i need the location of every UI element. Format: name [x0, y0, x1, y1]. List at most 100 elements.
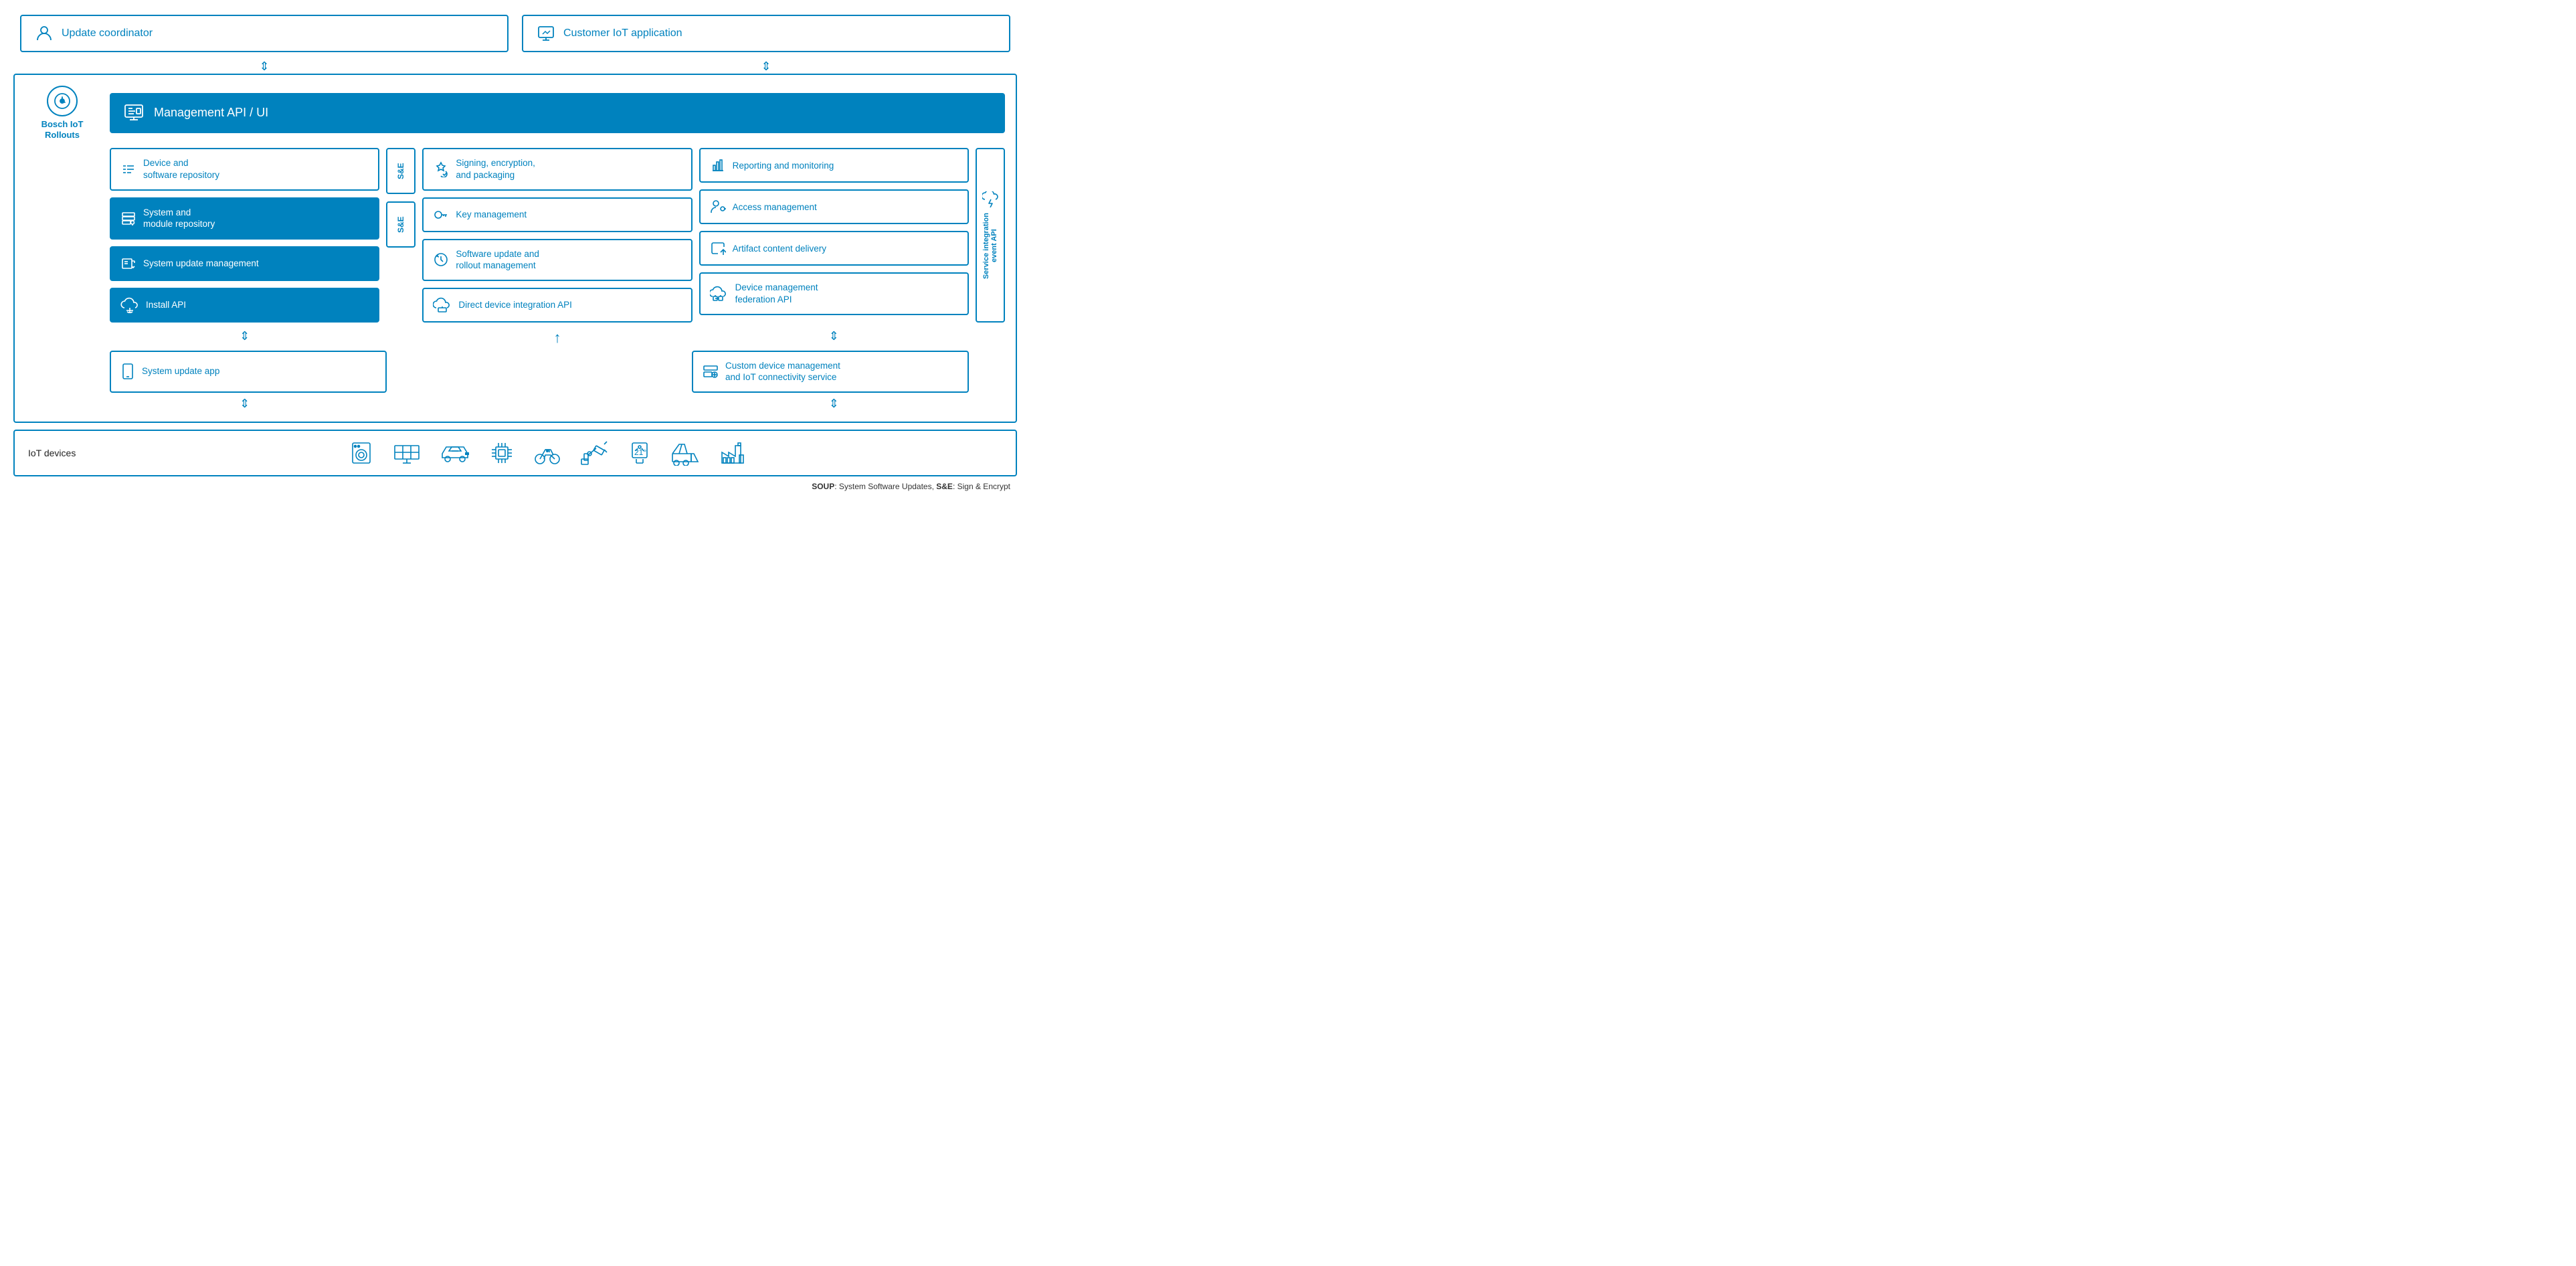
soup-label: SOUP	[812, 482, 834, 491]
iot-devices-label: IoT devices	[28, 448, 82, 458]
management-api-label: Management API / UI	[154, 106, 268, 120]
logo-name: Bosch IoT Rollouts	[41, 119, 84, 140]
logo-sub: Rollouts	[45, 130, 80, 140]
system-update-mgmt-label: System update management	[143, 258, 259, 270]
header-row: Bosch IoT Rollouts Management API / UI	[25, 86, 1005, 140]
install-api-box: Install API	[110, 288, 379, 323]
bottom-arrow-1: ⇕	[110, 329, 379, 347]
se-label-2: S&E	[386, 201, 416, 248]
device-software-repo-box: Device and software repository	[110, 148, 379, 190]
system-update-app-label: System update app	[142, 365, 219, 377]
cloud-device2-icon	[710, 286, 729, 302]
bar-chart-icon	[710, 157, 726, 173]
robot-arm-icon	[580, 440, 608, 466]
center-column: Signing, encryption, and packaging Key m…	[422, 148, 692, 322]
access-management-box: Access management	[699, 189, 969, 224]
top-entities-row: Update coordinator Customer IoT applicat…	[13, 15, 1017, 52]
bottom-arrows-row: ⇕ ↑ ⇕	[110, 329, 1005, 347]
signing-encryption-label: Signing, encryption, and packaging	[456, 157, 535, 181]
direct-device-api-box: Direct device integration API	[422, 288, 692, 323]
se-desc: : Sign & Encrypt	[953, 482, 1010, 491]
system-update-mgmt-box: System update management	[110, 246, 379, 281]
box-arrow-icon	[710, 240, 726, 256]
phone-icon	[120, 363, 135, 379]
server-refresh-icon	[120, 256, 136, 272]
device-software-repo-label: Device and software repository	[143, 157, 219, 181]
service-integration-column: Service integration event API	[976, 148, 1005, 322]
electric-car-icon	[440, 440, 470, 466]
customer-iot-label: Customer IoT application	[563, 27, 682, 39]
construction-vehicle-icon	[671, 440, 702, 466]
left-column: Device and software repository System an…	[110, 148, 379, 322]
logo-area: Bosch IoT Rollouts	[25, 86, 99, 140]
access-management-label: Access management	[733, 201, 817, 213]
diagram-wrapper: Update coordinator Customer IoT applicat…	[13, 15, 1017, 490]
bottom-arrow-4: ⇕	[110, 397, 379, 411]
system-module-repo-box: System and module repository	[110, 197, 379, 240]
person-key-icon	[710, 199, 726, 215]
artifact-content-delivery-label: Artifact content delivery	[733, 243, 826, 255]
se-column: S&E S&E	[386, 148, 416, 322]
factory-icon	[721, 440, 749, 466]
iot-devices-row: IoT devices	[13, 430, 1017, 476]
top-arrows: ⇕ ⇕	[13, 59, 1017, 74]
management-api-icon	[123, 102, 145, 124]
install-api-label: Install API	[146, 299, 186, 311]
chip-icon	[489, 440, 515, 466]
service-integration-label: Service integration event API	[982, 213, 998, 279]
thermostat-icon: 21°	[627, 440, 652, 466]
services-section: Device and software repository System an…	[110, 148, 1005, 322]
cloud-device-icon	[433, 297, 452, 313]
key-icon	[433, 207, 449, 223]
e-bike-icon	[533, 440, 561, 466]
bottom-arrow-5: ⇕	[699, 397, 969, 411]
monitor-icon	[537, 24, 555, 43]
reporting-monitoring-label: Reporting and monitoring	[733, 160, 834, 172]
update-coordinator-label: Update coordinator	[62, 27, 153, 39]
system-module-repo-label: System and module repository	[143, 207, 215, 230]
signing-encryption-box: Signing, encryption, and packaging	[422, 148, 692, 190]
solar-panel-icon	[393, 440, 421, 466]
management-api-bar: Management API / UI	[110, 93, 1005, 133]
signing-encryption-icon	[433, 161, 449, 177]
bosch-icon-svg	[53, 92, 72, 110]
cloud-connect-icon	[120, 297, 139, 313]
update-coordinator-box: Update coordinator	[20, 15, 509, 52]
refresh-circle-icon	[433, 252, 449, 268]
bottom-section: ⇕ ↑ ⇕ System update app	[110, 329, 1005, 411]
key-management-box: Key management	[422, 197, 692, 232]
custom-device-mgmt-label: Custom device management and IoT connect…	[725, 360, 840, 383]
person-icon	[35, 24, 54, 43]
arrow-right: ⇕	[522, 59, 1010, 74]
arrow-left: ⇕	[20, 59, 509, 74]
server-layers-icon	[120, 210, 136, 226]
bottom-arrow-2: ↑	[422, 329, 692, 347]
right-column: Reporting and monitoring Access manageme…	[699, 148, 969, 322]
bottom-arrows-row2: ⇕ ⇕	[110, 397, 1005, 411]
software-update-rollout-label: Software update and rollout management	[456, 248, 539, 272]
custom-device-mgmt-box: Custom device management and IoT connect…	[692, 351, 969, 393]
footer-note: SOUP: System Software Updates, S&E: Sign…	[13, 482, 1017, 491]
device-mgmt-federation-box: Device management federation API	[699, 272, 969, 314]
soup-desc: : System Software Updates,	[834, 482, 936, 491]
washing-machine-icon	[349, 440, 374, 466]
bottom-boxes-row: System update app Custom device manageme…	[110, 351, 1005, 393]
key-management-label: Key management	[456, 209, 527, 221]
cloud-lightning-icon	[982, 191, 998, 207]
server-connect-icon	[703, 363, 719, 379]
svg-text:21°: 21°	[634, 448, 646, 457]
bottom-arrow-3: ⇕	[699, 329, 969, 347]
main-container: Bosch IoT Rollouts Management API / UI	[13, 74, 1017, 422]
customer-iot-box: Customer IoT application	[522, 15, 1010, 52]
system-update-app-box: System update app	[110, 351, 387, 393]
artifact-content-delivery-box: Artifact content delivery	[699, 231, 969, 266]
bosch-logo-icon	[47, 86, 78, 116]
se-label-1: S&E	[386, 148, 416, 194]
iot-icons-container: 21°	[95, 440, 1002, 466]
reporting-monitoring-box: Reporting and monitoring	[699, 148, 969, 183]
device-mgmt-federation-label: Device management federation API	[735, 282, 818, 305]
se-label: S&E	[936, 482, 953, 491]
direct-device-api-label: Direct device integration API	[458, 299, 572, 311]
software-update-rollout-box: Software update and rollout management	[422, 239, 692, 281]
list-icon	[120, 161, 136, 177]
